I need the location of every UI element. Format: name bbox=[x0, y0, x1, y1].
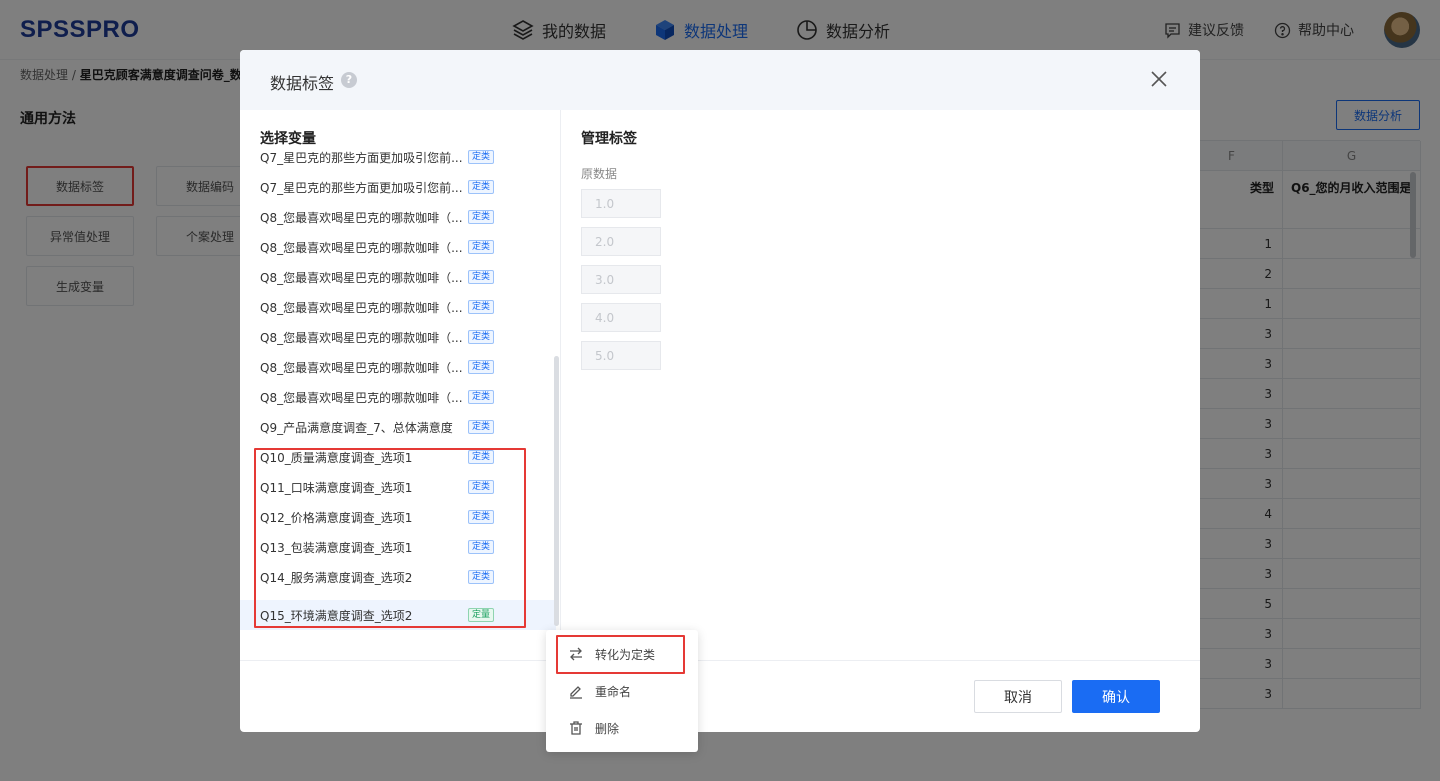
variable-item[interactable]: Q8_您最喜欢喝星巴克的哪款咖啡（... 定类 bbox=[240, 322, 556, 352]
original-value-field: 2.0 bbox=[581, 227, 661, 256]
manage-labels-title: 管理标签 bbox=[581, 131, 637, 147]
original-value-field: 4.0 bbox=[581, 303, 661, 332]
footer-divider bbox=[240, 660, 1200, 661]
variable-name: Q9_产品满意度调查_7、总体满意度 bbox=[260, 420, 453, 435]
original-value-field: 5.0 bbox=[581, 341, 661, 370]
help-circle-icon[interactable]: ? bbox=[341, 72, 357, 88]
variable-name: Q8_您最喜欢喝星巴克的哪款咖啡（... bbox=[260, 210, 463, 225]
variable-name: Q7_星巴克的那些方面更加吸引您前... bbox=[260, 150, 463, 165]
dialog-title: 数据标签 bbox=[270, 74, 335, 93]
variable-type-tag: 定类 bbox=[468, 420, 495, 434]
variable-type-tag: 定类 bbox=[468, 150, 495, 164]
close-icon[interactable] bbox=[1148, 68, 1170, 90]
variable-item[interactable]: Q8_您最喜欢喝星巴克的哪款咖啡（... 定类 bbox=[240, 262, 556, 292]
variable-item[interactable]: Q8_您最喜欢喝星巴克的哪款咖啡（... 定类 bbox=[240, 292, 556, 322]
variable-item[interactable]: Q7_星巴克的那些方面更加吸引您前... 定类 bbox=[240, 172, 556, 202]
original-value-field: 1.0 bbox=[581, 189, 661, 218]
variable-type-tag: 定类 bbox=[468, 210, 495, 224]
variable-item[interactable]: Q8_您最喜欢喝星巴克的哪款咖啡（... 定类 bbox=[240, 382, 556, 412]
dialog-header: 数据标签 ? bbox=[240, 50, 1200, 110]
menu-item-label: 删除 bbox=[595, 721, 620, 736]
trash-icon bbox=[570, 721, 582, 735]
variable-name: Q8_您最喜欢喝星巴克的哪款咖啡（... bbox=[260, 270, 463, 285]
variable-name: Q7_星巴克的那些方面更加吸引您前... bbox=[260, 180, 463, 195]
variable-type-tag: 定类 bbox=[468, 300, 495, 314]
original-value-field: 3.0 bbox=[581, 265, 661, 294]
variable-item[interactable]: Q8_您最喜欢喝星巴克的哪款咖啡（... 定类 bbox=[240, 352, 556, 382]
variable-name: Q8_您最喜欢喝星巴克的哪款咖啡（... bbox=[260, 300, 463, 315]
original-data-label: 原数据 bbox=[581, 167, 618, 181]
variable-type-tag: 定类 bbox=[468, 270, 495, 284]
variable-item[interactable]: Q8_您最喜欢喝星巴克的哪款咖啡（... 定类 bbox=[240, 232, 556, 262]
menu-item-delete[interactable]: 删除 bbox=[546, 710, 698, 746]
variable-type-tag: 定类 bbox=[468, 330, 495, 344]
variable-name: Q8_您最喜欢喝星巴克的哪款咖啡（... bbox=[260, 390, 463, 405]
panel-divider bbox=[560, 110, 561, 660]
variable-type-tag: 定类 bbox=[468, 360, 495, 374]
select-variable-title: 选择变量 bbox=[260, 131, 316, 147]
data-label-dialog: 数据标签 ? 选择变量 Q7_星巴克的那些方面更加吸引您前... 定类 Q7_星巴… bbox=[240, 50, 1200, 732]
variable-list-scrollbar[interactable] bbox=[554, 356, 559, 626]
menu-item-label: 重命名 bbox=[595, 684, 632, 699]
edit-pen-icon bbox=[570, 686, 582, 699]
variable-name: Q8_您最喜欢喝星巴克的哪款咖啡（... bbox=[260, 360, 463, 375]
variable-item[interactable]: Q9_产品满意度调查_7、总体满意度 定类 bbox=[240, 412, 556, 442]
variable-name: Q8_您最喜欢喝星巴克的哪款咖啡（... bbox=[260, 330, 463, 345]
confirm-button[interactable]: 确认 bbox=[1072, 680, 1160, 713]
variable-type-tag: 定类 bbox=[468, 390, 495, 404]
variable-type-tag: 定类 bbox=[468, 180, 495, 194]
variable-type-tag: 定类 bbox=[468, 240, 495, 254]
menu-item-rename[interactable]: 重命名 bbox=[546, 673, 698, 709]
highlight-box bbox=[254, 448, 526, 628]
variable-item[interactable]: Q7_星巴克的那些方面更加吸引您前... 定类 bbox=[240, 150, 556, 172]
highlight-box bbox=[556, 635, 685, 674]
cancel-button[interactable]: 取消 bbox=[974, 680, 1062, 713]
variable-item[interactable]: Q8_您最喜欢喝星巴克的哪款咖啡（... 定类 bbox=[240, 202, 556, 232]
variable-name: Q8_您最喜欢喝星巴克的哪款咖啡（... bbox=[260, 240, 463, 255]
